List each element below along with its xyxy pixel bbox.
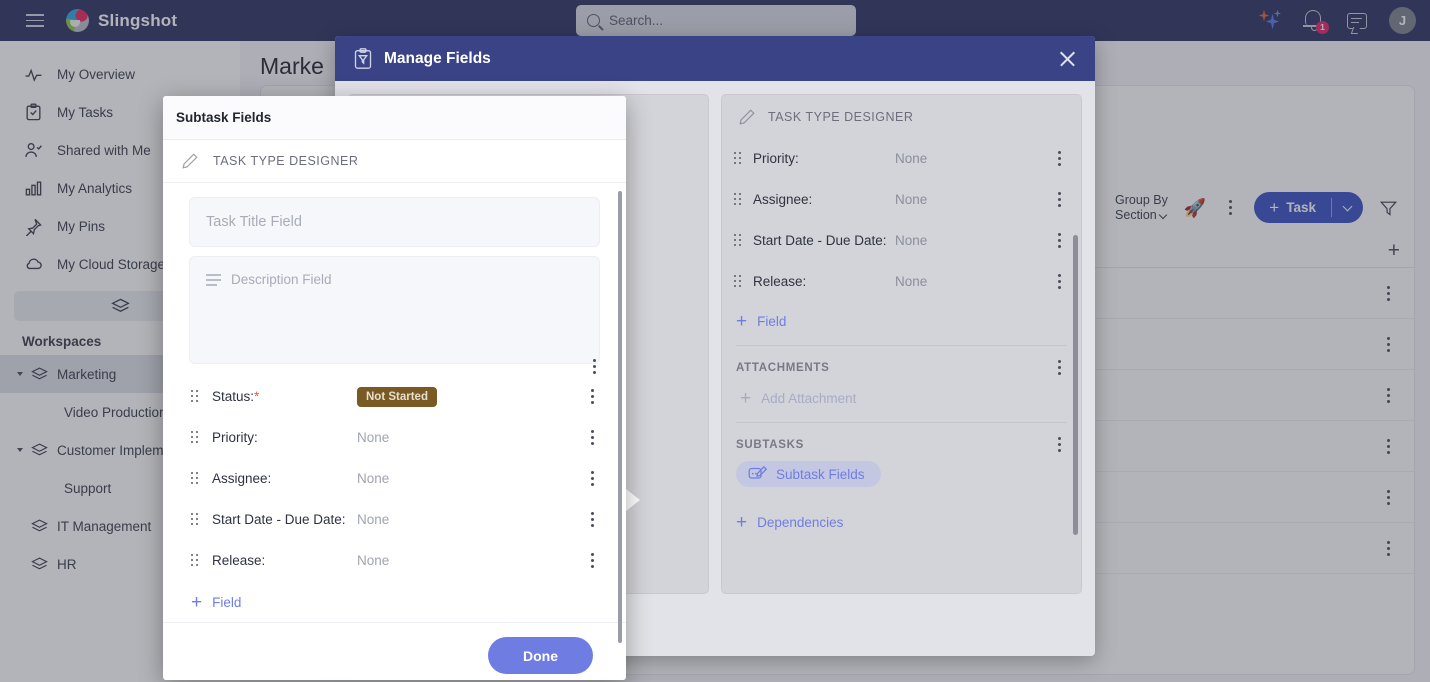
drag-handle-icon[interactable] — [734, 193, 742, 206]
field-menu-button[interactable] — [1051, 192, 1067, 207]
field-row-release[interactable]: Release: None — [722, 261, 1081, 302]
field-menu-button[interactable] — [584, 471, 600, 486]
subtask-row-release[interactable]: Release: None — [163, 540, 626, 581]
plus-icon: + — [736, 512, 748, 533]
drag-handle-icon[interactable] — [191, 431, 199, 444]
edit-card-icon — [748, 466, 767, 479]
field-value: None — [357, 471, 390, 486]
subtask-row-priority[interactable]: Priority: None — [163, 417, 626, 458]
field-menu-button[interactable] — [584, 389, 600, 404]
plus-icon: + — [736, 311, 748, 332]
subtask-row-assignee[interactable]: Assignee: None — [163, 458, 626, 499]
designer-label: TASK TYPE DESIGNER — [768, 109, 914, 124]
plus-icon: + — [191, 592, 203, 613]
field-label: Priority: — [212, 430, 258, 445]
field-value: None — [895, 151, 928, 166]
subtask-fields-header: Subtask Fields — [163, 96, 626, 140]
done-button[interactable]: Done — [488, 637, 593, 674]
subtasks-section-label: SUBTASKS — [736, 438, 805, 451]
description-lines-icon — [206, 274, 221, 286]
close-icon[interactable] — [1058, 49, 1077, 68]
add-field-label: Field — [212, 595, 242, 610]
field-row-priority[interactable]: Priority: None — [722, 138, 1081, 179]
subtask-fields-pill-label: Subtask Fields — [776, 466, 865, 482]
manage-fields-header: Manage Fields — [335, 36, 1095, 81]
drag-handle-icon[interactable] — [191, 472, 199, 485]
attachments-section-label: ATTACHMENTS — [736, 361, 830, 374]
add-attachment-button[interactable]: + Add Attachment — [722, 379, 1081, 418]
attachments-section-header: ATTACHMENTS — [722, 350, 1081, 379]
task-type-designer-header: TASK TYPE DESIGNER — [722, 95, 1081, 138]
manage-fields-right-column: TASK TYPE DESIGNER Priority: None Assign… — [721, 94, 1082, 594]
field-row-assignee[interactable]: Assignee: None — [722, 179, 1081, 220]
field-label: Start Date - Due Date: — [212, 512, 346, 527]
field-label: Status:* — [212, 389, 357, 404]
description-menu-button[interactable] — [586, 359, 602, 374]
field-menu-button[interactable] — [584, 512, 600, 527]
subtask-fields-footer: Done — [163, 622, 626, 680]
add-field-button[interactable]: + Field — [722, 302, 1081, 341]
subtasks-section-header: SUBTASKS — [722, 427, 1081, 456]
field-row-start-due-date[interactable]: Start Date - Due Date: None — [722, 220, 1081, 261]
manage-fields-scrollbar[interactable] — [1073, 235, 1078, 535]
field-value: None — [895, 192, 928, 207]
subtask-fields-scrollbar[interactable] — [618, 191, 622, 643]
field-value: None — [895, 233, 928, 248]
pencil-icon[interactable] — [738, 108, 756, 126]
field-value: None — [357, 430, 390, 445]
field-value: None — [357, 512, 390, 527]
pencil-icon[interactable] — [181, 152, 199, 170]
attachments-menu-button[interactable] — [1051, 360, 1067, 375]
panel-pointer-arrow — [626, 489, 640, 511]
field-label-text: Status: — [212, 389, 255, 404]
required-asterisk: * — [254, 389, 260, 404]
field-value: None — [357, 553, 390, 568]
field-menu-button[interactable] — [584, 430, 600, 445]
field-menu-button[interactable] — [584, 553, 600, 568]
app-root: My Overview My Tasks Shared with Me My A… — [0, 0, 1430, 682]
add-field-button[interactable]: + Field — [163, 583, 626, 622]
add-field-label: Field — [757, 314, 787, 329]
add-dependencies-button[interactable]: + Dependencies — [722, 503, 1081, 542]
field-label: Assignee: — [212, 471, 272, 486]
drag-handle-icon[interactable] — [191, 554, 199, 567]
clipboard-filter-icon — [354, 47, 372, 69]
subtask-row-status[interactable]: Status:* Not Started — [163, 376, 626, 417]
add-attachment-label: Add Attachment — [761, 391, 857, 406]
dependencies-label: Dependencies — [757, 515, 844, 530]
field-label: Release: — [212, 553, 266, 568]
status-badge[interactable]: Not Started — [357, 386, 437, 407]
designer-label: TASK TYPE DESIGNER — [213, 154, 359, 168]
field-label: Release: — [753, 274, 807, 289]
drag-handle-icon[interactable] — [191, 390, 199, 403]
description-field[interactable]: Description Field — [189, 256, 600, 364]
subtask-fields-title: Subtask Fields — [176, 110, 272, 125]
drag-handle-icon[interactable] — [734, 234, 742, 247]
plus-icon: + — [740, 388, 752, 409]
drag-handle-icon[interactable] — [734, 275, 742, 288]
field-label: Start Date - Due Date: — [753, 233, 887, 248]
field-value: None — [895, 274, 928, 289]
field-menu-button[interactable] — [1051, 151, 1067, 166]
subtasks-menu-button[interactable] — [1051, 437, 1067, 452]
field-label: Assignee: — [753, 192, 813, 207]
drag-handle-icon[interactable] — [734, 152, 742, 165]
field-menu-button[interactable] — [1051, 233, 1067, 248]
manage-fields-title: Manage Fields — [384, 49, 491, 67]
subtask-task-type-designer-header: TASK TYPE DESIGNER — [163, 140, 626, 183]
subtask-row-start-due-date[interactable]: Start Date - Due Date: None — [163, 499, 626, 540]
subtask-fields-inner: Task Title Field Description Field — [163, 197, 626, 364]
description-placeholder: Description Field — [231, 272, 332, 287]
task-title-field[interactable]: Task Title Field — [189, 197, 600, 247]
divider — [736, 345, 1067, 346]
subtask-fields-pill[interactable]: Subtask Fields — [736, 461, 881, 487]
subtask-fields-body: Task Title Field Description Field Statu… — [163, 183, 626, 643]
field-label: Priority: — [753, 151, 799, 166]
subtask-field-rows: Status:* Not Started Priority: None Assi… — [163, 376, 626, 581]
field-menu-button[interactable] — [1051, 274, 1067, 289]
subtask-fields-panel: Subtask Fields TASK TYPE DESIGNER Task T… — [163, 96, 626, 680]
task-title-placeholder: Task Title Field — [206, 214, 302, 230]
divider — [736, 422, 1067, 423]
drag-handle-icon[interactable] — [191, 513, 199, 526]
